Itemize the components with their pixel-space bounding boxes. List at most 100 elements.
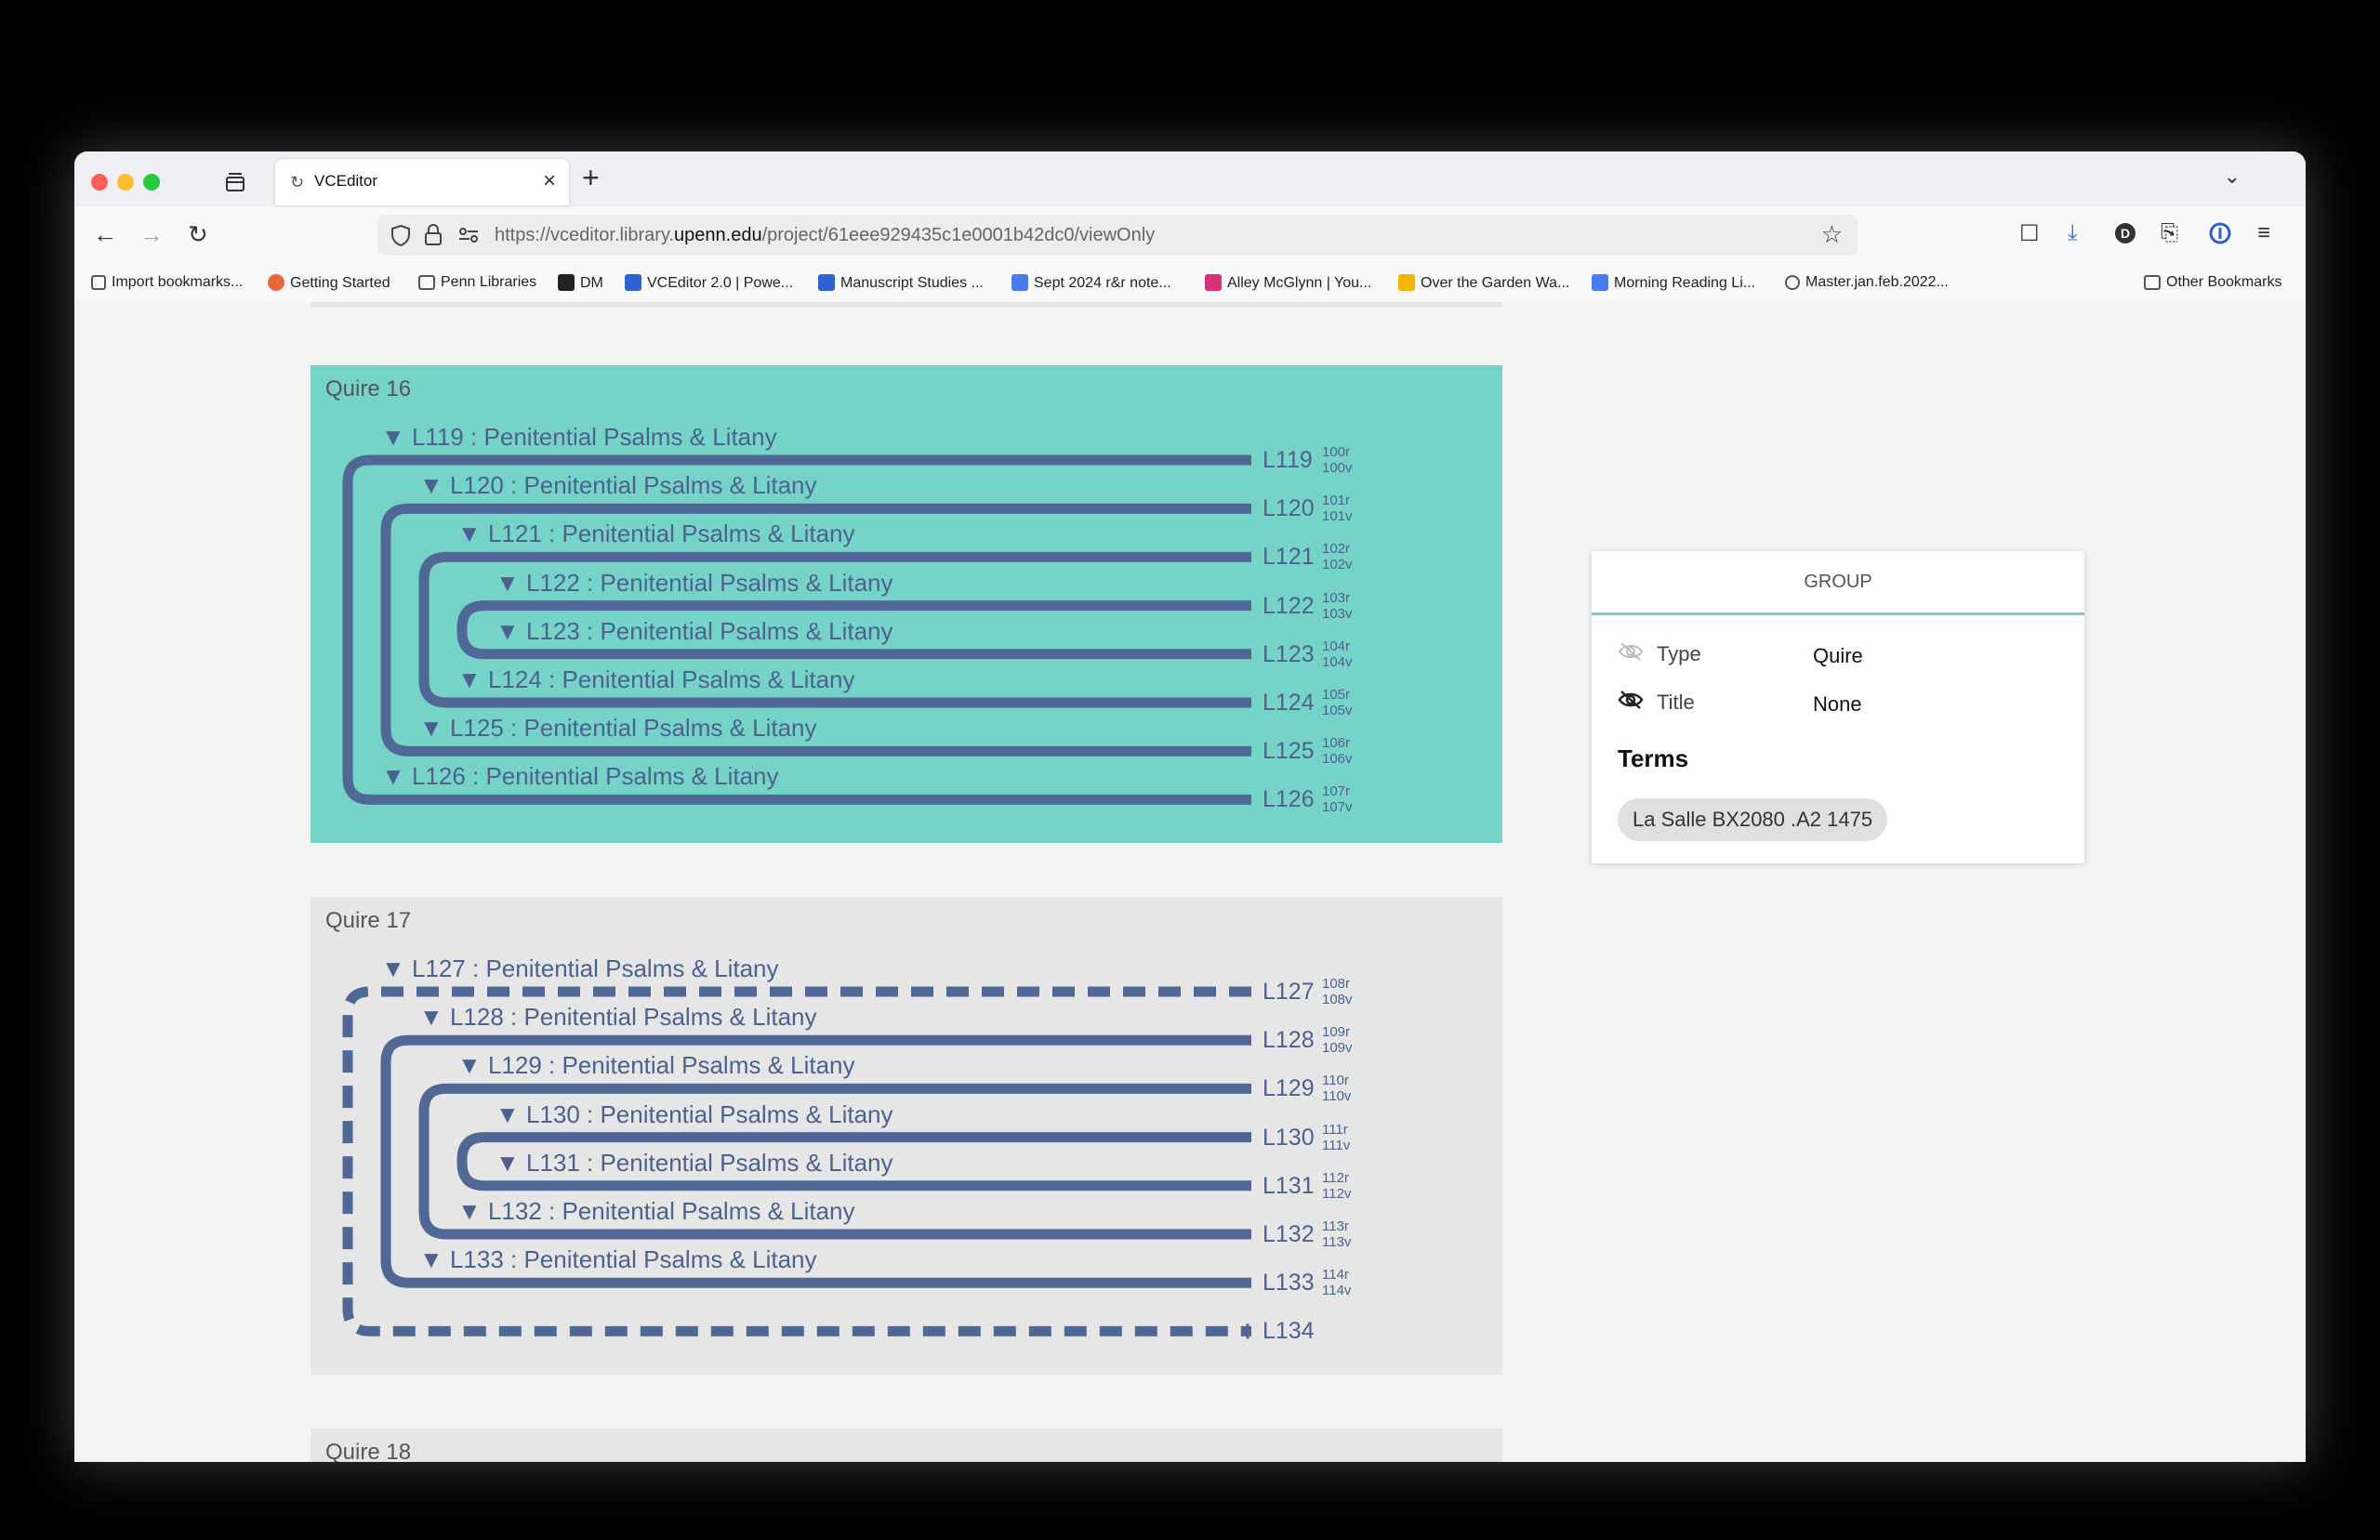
quire-18[interactable]: Quire 18 [311, 1428, 1502, 1462]
chevron-down-icon[interactable]: ⌄ [2224, 165, 2241, 189]
leaf-id: L121 [1263, 544, 1315, 571]
url-prefix: https://vceditor.library. [495, 225, 675, 245]
bookmark-item[interactable]: Alley McGlynn | You... [1205, 274, 1371, 292]
pocket-icon[interactable]: ☐ [2019, 220, 2040, 247]
leaf-title[interactable]: ▼ L127 : Penitential Psalms & Litany [381, 954, 779, 983]
navigation-bar: ← → ↻ https://vceditor.library.upenn.edu… [74, 207, 2306, 267]
leaf-id: L119 [1263, 447, 1313, 473]
tab-vceditor[interactable]: ↻ VCEditor × [275, 159, 569, 205]
leaf-title[interactable]: ▼ L126 : Penitential Psalms & Litany [381, 762, 779, 791]
folio-recto: 110r [1322, 1073, 1349, 1089]
folio-verso: 101v [1322, 508, 1353, 525]
leaf-title[interactable]: ▼ L128 : Penitential Psalms & Litany [419, 1003, 817, 1032]
leaf-title[interactable]: ▼ L132 : Penitential Psalms & Litany [457, 1197, 855, 1226]
leaf-id: L123 [1263, 640, 1315, 667]
folio-recto: 111r [1322, 1121, 1348, 1138]
bookmark-item[interactable]: Other Bookmarks [2144, 274, 2281, 291]
folio-numbers: 114r 114v [1322, 1267, 1351, 1298]
leaf-title[interactable]: ▼ L131 : Penitential Psalms & Litany [496, 1149, 893, 1178]
download-icon[interactable]: ⤓ [2068, 220, 2078, 246]
bookmark-item[interactable]: Sept 2024 r&r note... [1012, 274, 1171, 292]
leaf-id: L132 [1263, 1221, 1315, 1247]
extension-d-icon[interactable]: D [2114, 222, 2136, 244]
forward-icon[interactable]: → [139, 220, 164, 249]
leaf-title[interactable]: ▼ L122 : Penitential Psalms & Litany [496, 569, 893, 598]
loading-icon: ↻ [290, 173, 305, 191]
folio-recto: 114r [1322, 1267, 1349, 1283]
previous-quire-edge [311, 302, 1502, 308]
bookmark-label: Getting Started [290, 275, 390, 291]
menu-icon[interactable]: ≡ [2257, 220, 2270, 246]
extensions-icon[interactable]: ⎘ [2161, 220, 2178, 246]
folio-verso: 103v [1322, 605, 1353, 622]
quire-16[interactable]: Quire 16 L119 100r 100v ▼ L119 : Penitential… [311, 365, 1502, 843]
leaf-title[interactable]: ▼ L121 : Penitential Psalms & Litany [457, 520, 855, 548]
bookmark-label: Penn Libraries [441, 274, 537, 290]
url-text[interactable]: https://vceditor.library.upenn.edu/proje… [495, 225, 1155, 246]
folio-numbers: 107r 107v [1322, 783, 1353, 815]
bookmark-item[interactable]: Master.jan.feb.2022... [1785, 274, 1949, 291]
leaf-title[interactable]: ▼ L120 : Penitential Psalms & Litany [419, 471, 817, 500]
folio-numbers: 104r 104v [1322, 638, 1353, 670]
bookmark-item[interactable]: Over the Garden Wa... [1398, 274, 1569, 292]
password-manager-icon[interactable] [2209, 222, 2231, 244]
shield-icon[interactable] [390, 224, 411, 246]
bookmark-item[interactable]: Penn Libraries [418, 274, 536, 291]
tab-overview-icon[interactable] [223, 170, 247, 194]
m-logo-icon [558, 274, 575, 291]
folio-numbers: 109r 109v [1322, 1024, 1353, 1056]
leaf-id: L129 [1263, 1075, 1315, 1102]
bookmarks-bar: Import bookmarks... Getting Started Penn… [74, 267, 2306, 303]
zoom-window-button[interactable] [143, 174, 160, 191]
folio-recto: 105r [1322, 687, 1351, 703]
bookmark-label: DM [580, 275, 603, 291]
leaf-title[interactable]: ▼ L129 : Penitential Psalms & Litany [457, 1051, 855, 1080]
folio-recto: 104r [1322, 638, 1351, 654]
bookmark-item[interactable]: DM [558, 274, 603, 292]
bookmark-item[interactable]: Morning Reading Li... [1592, 274, 1755, 292]
folio-verso: 107v [1322, 799, 1353, 816]
import-icon [91, 275, 106, 290]
folio-numbers: 106r 106v [1322, 735, 1353, 767]
folio-verso: 113v [1322, 1234, 1352, 1250]
new-tab-button[interactable]: + [582, 161, 600, 195]
term-chip[interactable]: La Salle BX2080 .A2 1475 [1618, 798, 1888, 841]
title-label: Title [1657, 691, 1695, 714]
minimize-window-button[interactable] [117, 174, 134, 191]
folio-numbers: 105r 105v [1322, 687, 1353, 718]
bookmark-star-icon[interactable]: ☆ [1821, 220, 1843, 249]
browser-window: ↻ VCEditor × + ⌄ ← → ↻ https://vceditor. [74, 151, 2306, 1462]
leaf-title[interactable]: ▼ L119 : Penitential Psalms & Litany [381, 423, 777, 452]
url-bar[interactable]: https://vceditor.library.upenn.edu/proje… [377, 215, 1858, 256]
eye-off-icon[interactable] [1618, 640, 1644, 663]
folder-icon [2144, 275, 2161, 290]
eye-off-icon[interactable] [1618, 689, 1644, 711]
reload-icon[interactable]: ↻ [188, 220, 208, 249]
leaf-id: L130 [1263, 1124, 1315, 1151]
lock-icon[interactable] [424, 224, 443, 246]
bookmark-item[interactable]: Import bookmarks... [91, 274, 243, 291]
tab-title: VCEditor [314, 172, 378, 190]
leaf-title[interactable]: ▼ L123 : Penitential Psalms & Litany [496, 617, 893, 646]
permissions-icon[interactable] [457, 226, 480, 244]
leaf-title[interactable]: ▼ L130 : Penitential Psalms & Litany [496, 1100, 893, 1129]
leaf-title[interactable]: ▼ L133 : Penitential Psalms & Litany [419, 1245, 817, 1274]
back-icon[interactable]: ← [93, 220, 117, 249]
bookmark-label: Morning Reading Li... [1614, 275, 1756, 291]
quire-17[interactable]: Quire 17 L127 108r 108v ▼ L127 : Penitential… [311, 897, 1502, 1375]
bookmark-item[interactable]: VCEditor 2.0 | Powe... [625, 274, 793, 292]
box-icon [818, 274, 835, 291]
close-window-button[interactable] [91, 174, 108, 191]
type-label: Type [1657, 642, 1701, 665]
folio-verso: 111v [1322, 1137, 1351, 1153]
globe-icon [1785, 275, 1800, 290]
close-tab-icon[interactable]: × [543, 168, 556, 194]
leaf-title[interactable]: ▼ L125 : Penitential Psalms & Litany [419, 714, 817, 743]
quire-label: Quire 18 [325, 1440, 412, 1462]
leaf-title[interactable]: ▼ L124 : Penitential Psalms & Litany [457, 665, 855, 694]
folio-numbers: 111r 111v [1322, 1122, 1350, 1153]
leaf-id: L124 [1263, 690, 1315, 716]
bookmark-item[interactable]: Getting Started [268, 274, 390, 292]
bookmark-item[interactable]: Manuscript Studies ... [818, 274, 984, 292]
svg-text:D: D [2121, 226, 2130, 241]
